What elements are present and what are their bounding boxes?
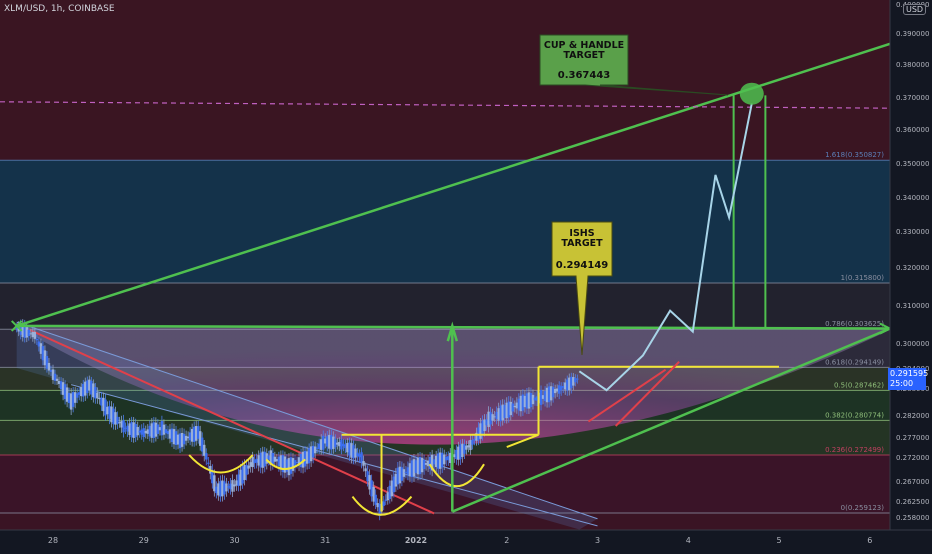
candle-body xyxy=(382,501,385,506)
y-tick-label: 0.258000 xyxy=(896,514,929,522)
x-tick-label: 3 xyxy=(595,536,600,545)
fib-label: 0.236(0.272499) xyxy=(825,446,884,454)
candle-body xyxy=(576,378,579,380)
fib-label: 0.786(0.303625) xyxy=(825,320,884,328)
candle-body xyxy=(27,329,30,337)
cup-handle-title-2: TARGET xyxy=(563,50,605,61)
y-tick-label: 0.340000 xyxy=(896,194,929,202)
fib-label: 1.618(0.350827) xyxy=(825,151,884,159)
band-top xyxy=(0,0,890,161)
current-price-countdown: 25:00 xyxy=(890,379,914,388)
y-tick-label: 0.282000 xyxy=(896,412,929,420)
candle-body xyxy=(55,378,59,381)
y-tick-label: 0.350000 xyxy=(896,160,929,168)
candle-body xyxy=(184,435,188,441)
fib-label: 1(0.315800) xyxy=(841,274,885,282)
candle-body xyxy=(35,338,39,341)
candle-body xyxy=(205,453,208,460)
y-tick-label: 0.272000 xyxy=(896,454,929,462)
x-tick-label: 4 xyxy=(686,536,691,545)
y-tick-label: 0.360000 xyxy=(896,126,929,134)
current-price-value: 0.291595 xyxy=(890,369,929,378)
candle-body xyxy=(402,469,406,477)
y-tick-label: 0.277000 xyxy=(896,434,929,442)
candle-body xyxy=(471,439,474,445)
y-tick-label: 0.262500 xyxy=(896,498,929,506)
y-tick-label: 0.370000 xyxy=(896,94,929,102)
fib-label: 0.5(0.287462) xyxy=(834,381,884,389)
price-axis-bg xyxy=(890,0,932,550)
candle-body xyxy=(491,414,494,421)
chart[interactable]: 1.618(0.350827) 1(0.315800) 0.786(0.303625… xyxy=(0,0,932,550)
fib-label: 0(0.259123) xyxy=(841,504,885,512)
current-price-tag: 0.291595 25:00 xyxy=(888,368,929,390)
x-tick-label: 2022 xyxy=(405,536,427,545)
candle-body xyxy=(511,403,514,412)
candle-body xyxy=(96,392,99,399)
band-bottom xyxy=(0,513,890,530)
x-tick-label: 31 xyxy=(320,536,330,545)
x-tick-label: 30 xyxy=(229,536,239,545)
y-tick-label: 0.310000 xyxy=(896,302,929,310)
candle-body xyxy=(47,362,51,371)
y-tick-label: 0.300000 xyxy=(896,340,929,348)
currency-label[interactable]: USD xyxy=(903,4,927,15)
ishs-title-2: TARGET xyxy=(561,238,603,249)
y-tick-label: 0.330000 xyxy=(896,228,929,236)
y-tick-label: 0.320000 xyxy=(896,264,929,272)
y-tick-label: 0.380000 xyxy=(896,61,929,69)
candle-body xyxy=(362,461,365,466)
cup-handle-value: 0.367443 xyxy=(558,70,611,81)
ishs-value: 0.294149 xyxy=(556,260,609,271)
symbol-header: XLM/USD, 1h, COINBASE xyxy=(4,4,115,14)
x-tick-label: 5 xyxy=(776,536,781,545)
chart-svg[interactable]: 1.618(0.350827) 1(0.315800) 0.786(0.303625… xyxy=(0,0,932,550)
y-tick-label: 0.267000 xyxy=(896,478,929,486)
x-tick-label: 6 xyxy=(867,536,872,545)
fib-label: 0.382(0.280774) xyxy=(825,411,884,419)
target-circle xyxy=(739,82,764,105)
x-tick-label: 28 xyxy=(48,536,58,545)
fib-label: 0.618(0.294149) xyxy=(825,358,884,366)
x-tick-label: 2 xyxy=(504,536,509,545)
candle-body xyxy=(313,446,317,454)
candle-body xyxy=(364,468,367,472)
fib-band xyxy=(0,282,890,330)
fib-band xyxy=(0,160,890,283)
x-tick-label: 29 xyxy=(139,536,149,545)
candle-body xyxy=(207,462,210,464)
candle-body xyxy=(33,331,37,339)
candle-body xyxy=(122,420,125,433)
y-tick-label: 0.390000 xyxy=(896,30,929,38)
